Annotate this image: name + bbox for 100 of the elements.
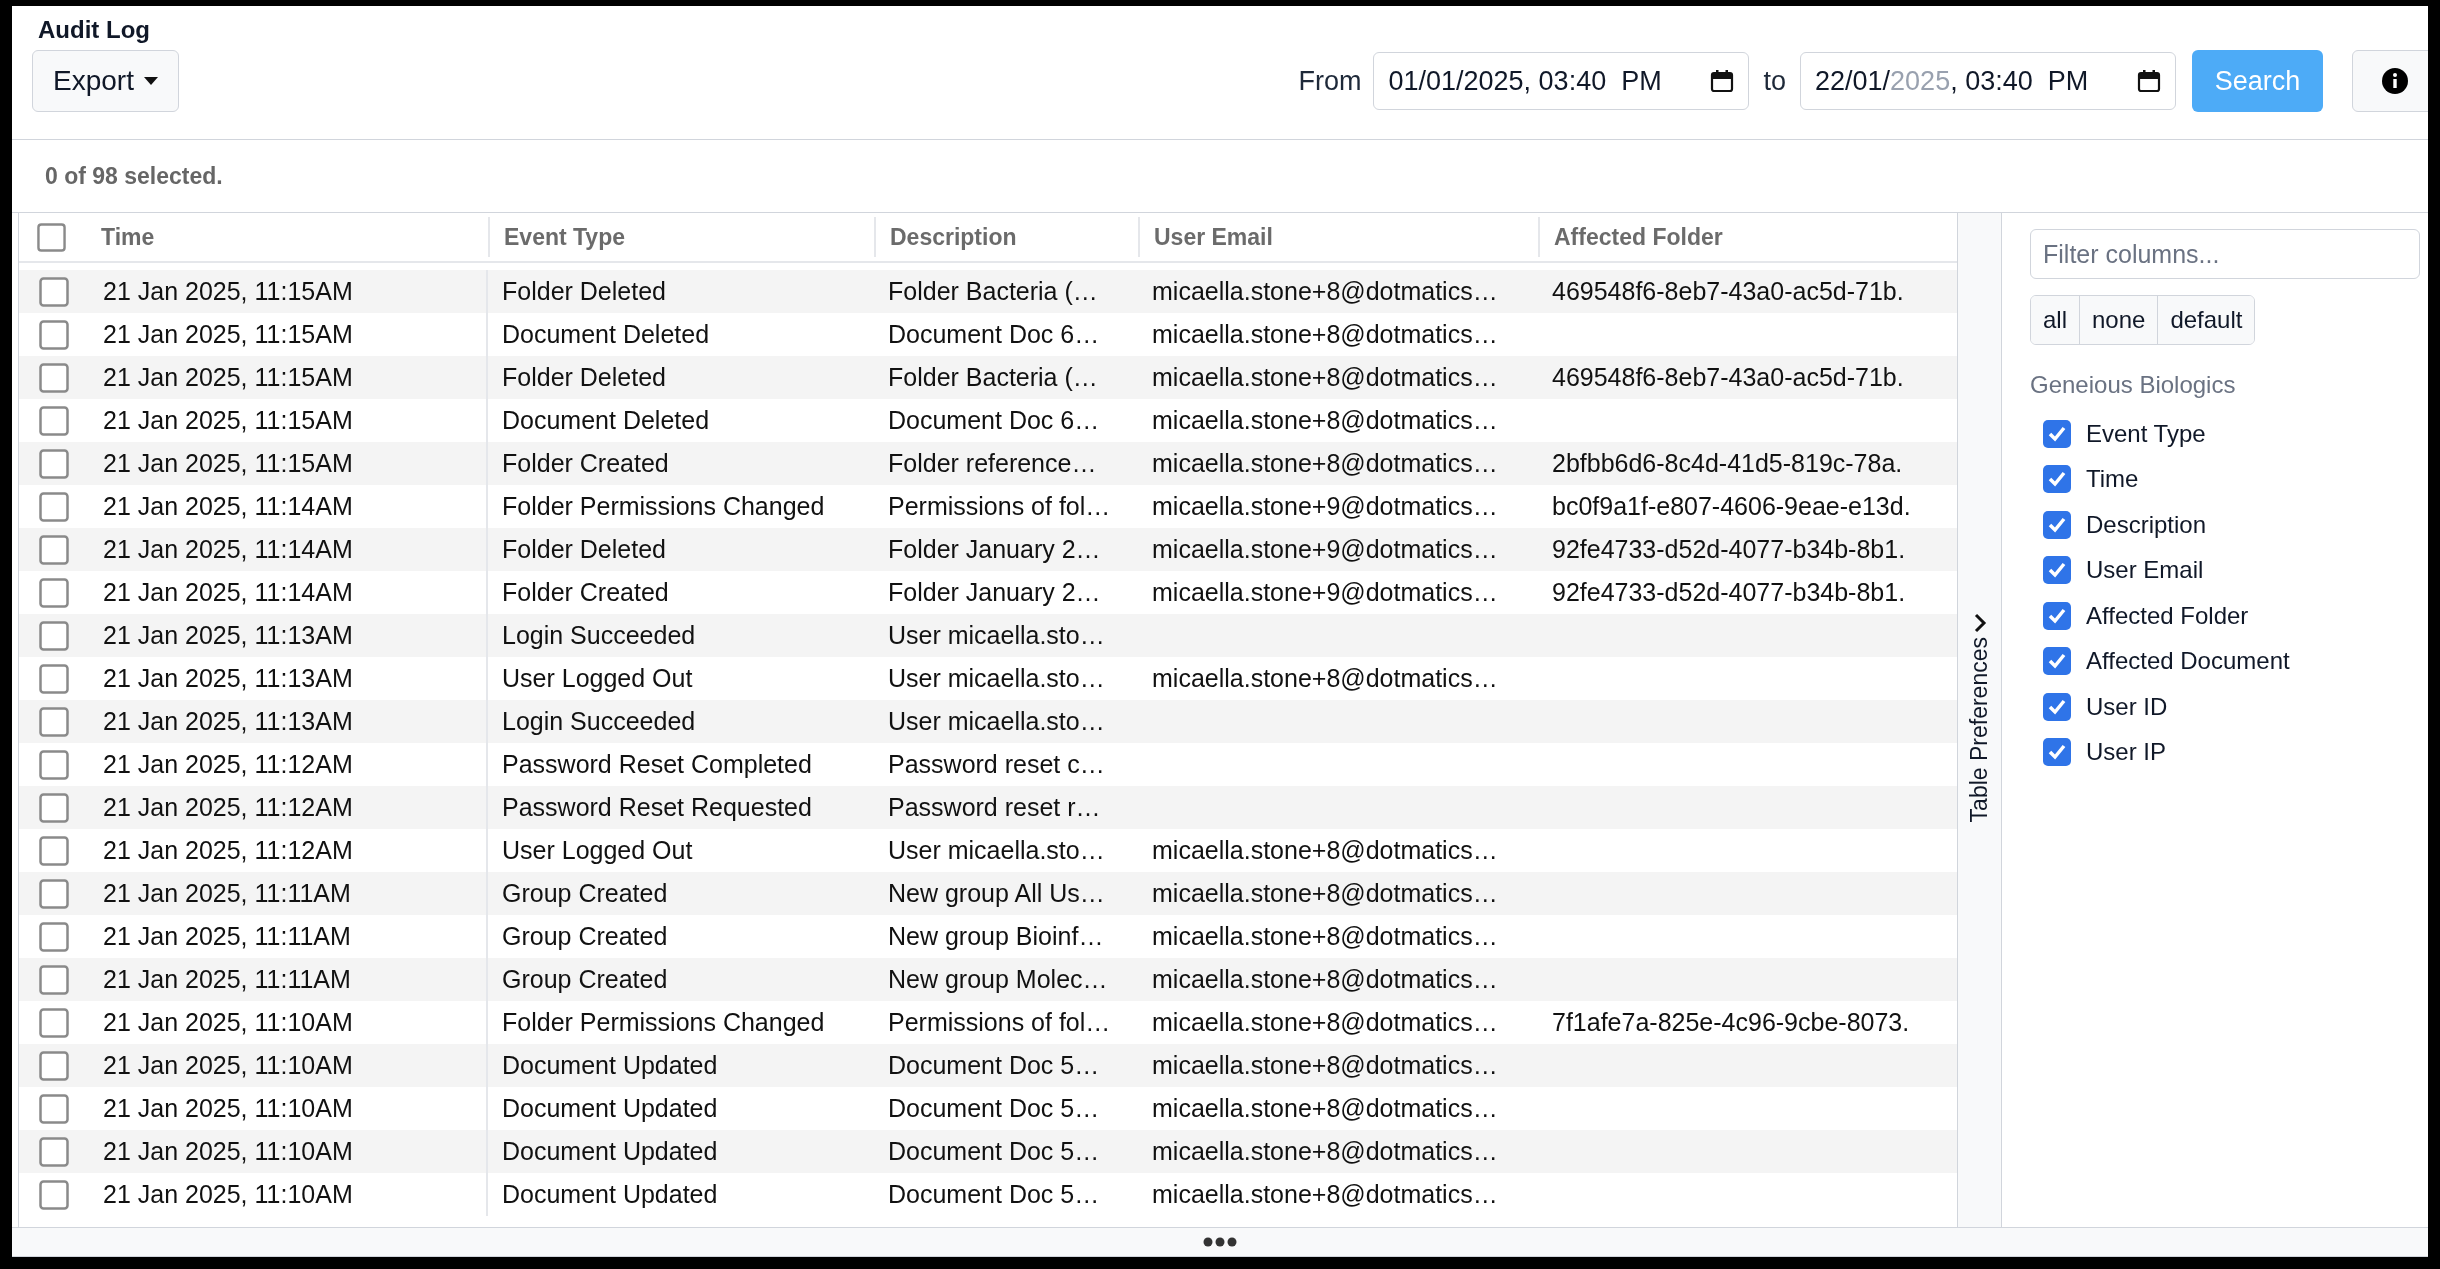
preset-button[interactable]: all (2031, 296, 2079, 344)
table-cell-text: 21 Jan 2025, 11:10AM (103, 1006, 353, 1038)
export-button[interactable]: Export (32, 50, 179, 112)
table-cell-text: Group Created (502, 920, 668, 952)
table-row[interactable]: 21 Jan 2025, 11:15AM Folder Created Folder reference… micaella.stone+8@dotmatics… 2bfbb6d6-8c4d-41d5-819c-78a. (19, 442, 1957, 485)
table-cell-text: 21 Jan 2025, 11:14AM (103, 576, 353, 608)
date-field[interactable]: 01/01/2025, 03:40 PM (1373, 52, 1750, 110)
table-cell-text: 21 Jan 2025, 11:10AM (103, 1049, 353, 1081)
table-row[interactable]: 21 Jan 2025, 11:11AM Group Created New group All Us… micaella.stone+8@dotmatics… (19, 872, 1957, 915)
checkbox[interactable] (2042, 646, 2072, 677)
table-cell-text: New group Bioinf… (888, 920, 1104, 952)
resize-grip-icon[interactable] (1203, 1237, 1237, 1247)
chevron-right-icon (1972, 613, 1987, 633)
date-field[interactable]: 22/01/2025, 03:40 PM (1800, 52, 2176, 110)
table-cell-text: Folder Created (502, 576, 669, 608)
table-cell-text: 21 Jan 2025, 11:12AM (103, 834, 353, 866)
checkbox[interactable] (39, 362, 69, 393)
page-title: Audit Log (38, 16, 150, 43)
table-cell-text: micaella.stone+8@dotmatics… (1152, 963, 1498, 995)
preset-button[interactable]: none (2079, 296, 2158, 344)
checkbox[interactable] (39, 706, 69, 737)
column-option-label[interactable]: Affected Folder (2086, 597, 2249, 634)
table-cell-text: Folder Bacteria (… (888, 361, 1098, 393)
table-row[interactable]: 21 Jan 2025, 11:13AM Login Succeeded User micaella.sto… (19, 614, 1957, 657)
table-cell-text: Document Updated (502, 1178, 718, 1210)
checkbox[interactable] (39, 620, 69, 651)
table-cell-text: 21 Jan 2025, 11:11AM (103, 920, 351, 952)
checkbox[interactable] (39, 319, 69, 350)
table-cell-text: 7f1afe7a-825e-4c96-9cbe-8073. (1552, 1006, 1910, 1038)
checkbox[interactable] (39, 964, 69, 995)
table-cell-text: bc0f9a1f-e807-4606-9eae-e13d. (1552, 490, 1911, 522)
column-option-label[interactable]: Affected Document (2086, 643, 2290, 680)
checkbox[interactable] (39, 448, 69, 479)
column-header[interactable]: User Email (1154, 219, 1273, 255)
checkbox[interactable] (39, 276, 69, 307)
column-option-label[interactable]: User Email (2086, 552, 2204, 589)
info-button[interactable] (2352, 50, 2428, 112)
table-cell-text: 21 Jan 2025, 11:10AM (103, 1092, 353, 1124)
preset-button[interactable]: default (2157, 296, 2255, 344)
checkbox[interactable] (39, 1179, 69, 1210)
table-cell-text: 21 Jan 2025, 11:10AM (103, 1135, 353, 1167)
calendar-icon[interactable] (2137, 69, 2161, 93)
table-preferences-tab[interactable]: Table Preferences (1957, 213, 2002, 1227)
column-option-label[interactable]: User IP (2086, 734, 2166, 771)
table-row[interactable]: 21 Jan 2025, 11:15AM Folder Deleted Folder Bacteria (… micaella.stone+8@dotmatics… 469548f6-8eb7-43a0-ac5d-71b. (19, 270, 1957, 313)
table-row[interactable]: 21 Jan 2025, 11:10AM Document Updated Document Doc 5… micaella.stone+8@dotmatics… (19, 1130, 1957, 1173)
table-row[interactable]: 21 Jan 2025, 11:12AM Password Reset Requested Password reset r… (19, 786, 1957, 829)
calendar-icon[interactable] (1710, 69, 1735, 93)
column-header[interactable]: Description (890, 219, 1017, 255)
checkbox[interactable] (39, 577, 69, 608)
checkbox[interactable] (2042, 509, 2072, 540)
table-cell-text: Document Updated (502, 1092, 718, 1124)
column-option-label[interactable]: User ID (2086, 688, 2168, 725)
checkbox[interactable] (39, 1007, 69, 1038)
table-cell-text: Document Doc 6… (888, 318, 1100, 350)
checkbox[interactable] (2042, 600, 2072, 631)
checkbox[interactable] (2042, 555, 2072, 586)
checkbox[interactable] (2042, 737, 2072, 768)
checkbox[interactable] (39, 405, 69, 436)
checkbox[interactable] (39, 878, 69, 909)
table-cell-text: New group All Us… (888, 877, 1105, 909)
column-option-label[interactable]: Event Type (2086, 415, 2206, 452)
column-header[interactable]: Event Type (504, 219, 625, 255)
table-row[interactable]: 21 Jan 2025, 11:11AM Group Created New group Molec… micaella.stone+8@dotmatics… (19, 958, 1957, 1001)
checkbox[interactable] (2042, 418, 2072, 449)
table-row[interactable]: 21 Jan 2025, 11:15AM Folder Deleted Folder Bacteria (… micaella.stone+8@dotmatics… 469548f6-8eb7-43a0-ac5d-71b. (19, 356, 1957, 399)
table-cell-text: New group Molec… (888, 963, 1108, 995)
column-option-label[interactable]: Time (2086, 461, 2139, 498)
checkbox[interactable] (39, 835, 69, 866)
table-cell-text: micaella.stone+8@dotmatics… (1152, 447, 1498, 479)
checkbox[interactable] (39, 1050, 69, 1081)
group-label: Geneious Biologics (2030, 370, 2237, 400)
checkbox[interactable] (39, 1093, 69, 1124)
table-cell-text: micaella.stone+8@dotmatics… (1152, 877, 1498, 909)
table-cell-text: Document Deleted (502, 404, 710, 436)
checkbox[interactable] (2042, 464, 2072, 495)
column-header[interactable]: Time (101, 219, 155, 255)
column-option-label[interactable]: Description (2086, 506, 2207, 543)
table-row[interactable]: 21 Jan 2025, 11:14AM Folder Deleted Folder January 2… micaella.stone+9@dotmatics… 92fe4733-d52d-4077-b34b-8b1. (19, 528, 1957, 571)
checkbox[interactable] (39, 921, 69, 952)
table-cell-text: micaella.stone+8@dotmatics… (1152, 1135, 1498, 1167)
checkbox[interactable] (39, 1136, 69, 1167)
checkbox[interactable] (2042, 691, 2072, 722)
table-cell-text: Document Doc 5… (888, 1092, 1100, 1124)
table-row[interactable]: 21 Jan 2025, 11:10AM Document Updated Document Doc 5… micaella.stone+8@dotmatics… (19, 1044, 1957, 1087)
column-header[interactable]: Affected Folder (1554, 219, 1723, 255)
table-cell-text: micaella.stone+8@dotmatics… (1152, 361, 1498, 393)
checkbox[interactable] (39, 792, 69, 823)
table-cell-text: Folder Bacteria (… (888, 275, 1098, 307)
caret-icon (143, 77, 158, 85)
checkbox[interactable] (39, 491, 69, 522)
checkbox[interactable] (37, 222, 66, 252)
table-cell-text: Password Reset Requested (502, 791, 812, 823)
checkbox[interactable] (39, 663, 69, 694)
checkbox[interactable] (39, 534, 69, 565)
checkbox[interactable] (39, 749, 69, 780)
table-cell-text: 21 Jan 2025, 11:14AM (103, 533, 353, 565)
table-cell-text: 92fe4733-d52d-4077-b34b-8b1. (1552, 576, 1906, 608)
table-row[interactable]: 21 Jan 2025, 11:13AM Login Succeeded User micaella.sto… (19, 700, 1957, 743)
filter-columns-field[interactable]: Filter columns... (2030, 229, 2420, 279)
